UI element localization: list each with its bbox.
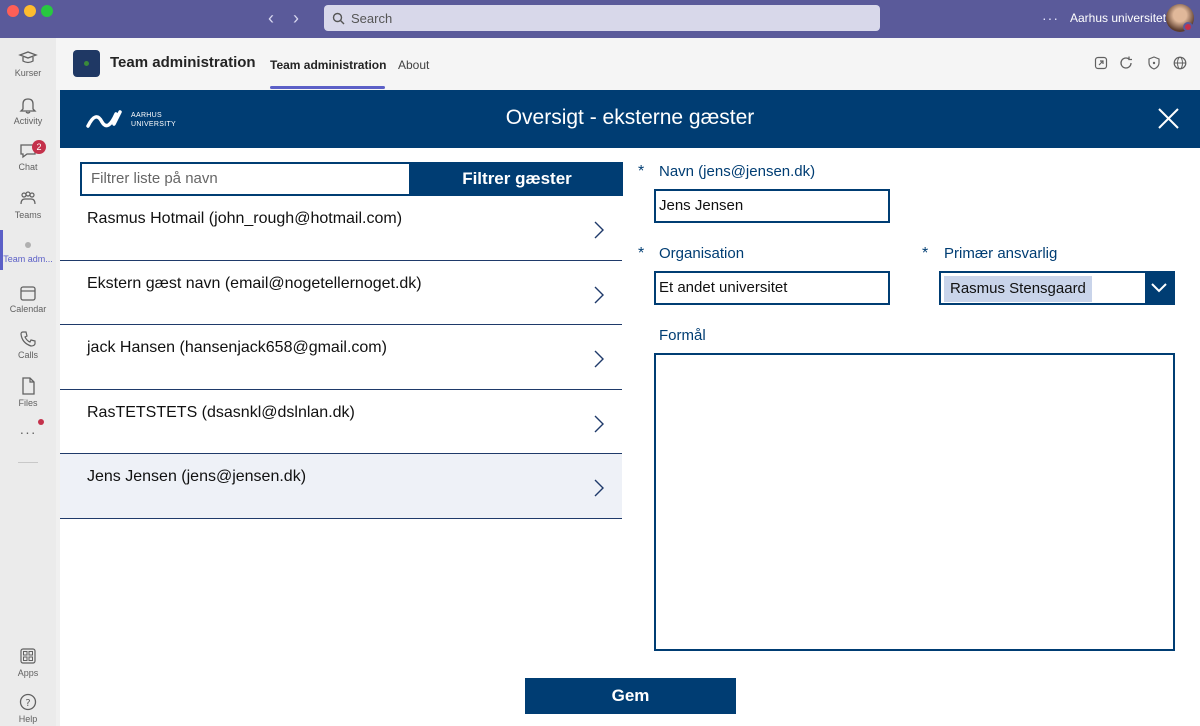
responsible-label: Primær ansvarlig (944, 245, 1058, 262)
close-window-button[interactable] (7, 5, 19, 17)
refresh-icon[interactable] (1119, 56, 1133, 70)
list-item[interactable]: Ekstern gæst navn (email@nogetellernoget… (60, 260, 622, 325)
back-arrow-icon[interactable]: ‹ (268, 8, 274, 29)
list-item[interactable]: jack Hansen (hansenjack658@gmail.com) (60, 325, 622, 390)
presence-status-icon (1183, 22, 1193, 32)
required-marker: * (922, 245, 929, 262)
guest-list: Rasmus Hotmail (john_rough@hotmail.com) … (60, 196, 622, 519)
list-item[interactable]: RasTETSTETS (dsasnkl@dslnlan.dk) (60, 389, 622, 454)
required-marker: * (638, 163, 645, 180)
globe-icon[interactable] (1173, 56, 1187, 70)
cap-icon (18, 51, 38, 64)
required-marker: * (638, 245, 645, 262)
rail-divider (18, 462, 38, 463)
teams-icon (20, 191, 36, 205)
app-title: Team administration (110, 54, 256, 71)
maximize-window-button[interactable] (41, 5, 53, 17)
app-canvas: AARHUS UNIVERSITY Oversigt - eksterne gæ… (60, 90, 1200, 726)
rail-label: Apps (17, 668, 39, 678)
search-icon (332, 12, 345, 24)
notification-dot (38, 419, 44, 425)
guest-name: jack Hansen (hansenjack658@gmail.com) (87, 339, 387, 356)
left-rail: Kurser Activity Chat 2 Teams Team adm...… (0, 38, 56, 726)
forward-arrow-icon[interactable]: › (293, 8, 299, 29)
responsible-selected-value: Rasmus Stensgaard (944, 276, 1092, 302)
shield-icon[interactable] (1147, 56, 1161, 70)
org-name[interactable]: Aarhus universitet (1070, 11, 1166, 25)
chevron-right-icon[interactable] (593, 285, 605, 305)
guest-name: Rasmus Hotmail (john_rough@hotmail.com) (87, 210, 403, 227)
app-dot-icon (25, 242, 31, 248)
file-icon (22, 377, 35, 395)
name-field[interactable]: Jens Jensen (654, 189, 890, 223)
rail-item-team-administration[interactable]: Team adm... (0, 238, 56, 264)
purpose-label: Formål (659, 327, 706, 344)
search-placeholder: Search (351, 10, 393, 26)
phone-icon (20, 331, 36, 347)
responsible-dropdown[interactable]: Rasmus Stensgaard (939, 271, 1175, 305)
close-icon[interactable] (1158, 108, 1179, 129)
calendar-icon (20, 286, 36, 301)
popout-icon[interactable] (1094, 56, 1108, 70)
rail-label: Help (18, 714, 38, 724)
more-options-icon[interactable]: ··· (1042, 10, 1059, 26)
chevron-down-icon (1151, 283, 1167, 293)
rail-item-activity[interactable]: Activity (0, 96, 56, 126)
minimize-window-button[interactable] (24, 5, 36, 17)
svg-text:?: ? (25, 698, 30, 709)
rail-label: Calls (17, 350, 38, 360)
save-button[interactable]: Gem (525, 678, 736, 714)
rail-label: Activity (13, 116, 43, 126)
list-item[interactable]: Rasmus Hotmail (john_rough@hotmail.com) (60, 196, 622, 261)
tab-about[interactable]: About (398, 58, 429, 72)
rail-item-help[interactable]: ? Help (0, 692, 56, 724)
organisation-label: Organisation (659, 245, 745, 262)
rail-item-chat[interactable]: Chat 2 (0, 140, 56, 172)
chevron-right-icon[interactable] (593, 478, 605, 498)
purpose-textarea[interactable] (654, 353, 1175, 651)
rail-label: Chat (18, 162, 38, 172)
filter-name-input[interactable]: Filtrer liste på navn (80, 162, 411, 196)
rail-item-kurser[interactable]: Kurser (0, 50, 56, 78)
help-icon: ? (19, 693, 37, 711)
banner: AARHUS UNIVERSITY Oversigt - eksterne gæ… (60, 90, 1200, 148)
list-item-selected[interactable]: Jens Jensen (jens@jensen.dk) (60, 454, 622, 519)
organisation-field[interactable]: Et andet universitet (654, 271, 890, 305)
name-label: Navn (jens@jensen.dk) (659, 163, 816, 180)
guest-name: Ekstern gæst navn (email@nogetellernoget… (87, 274, 422, 292)
rail-label: Calendar (9, 304, 47, 314)
chevron-right-icon[interactable] (593, 414, 605, 434)
rail-label: Files (18, 398, 38, 408)
rail-item-calls[interactable]: Calls (0, 330, 56, 360)
apps-icon (20, 648, 36, 664)
bell-icon (19, 98, 37, 114)
search-input[interactable]: Search (324, 5, 880, 31)
app-logo-icon (73, 50, 100, 77)
chevron-right-icon[interactable] (593, 220, 605, 240)
window-titlebar: ‹ › Search ··· Aarhus universitet (0, 0, 1200, 38)
rail-label: Teams (14, 210, 42, 220)
dropdown-toggle[interactable] (1145, 273, 1173, 303)
more-apps-icon[interactable]: ··· (0, 424, 56, 440)
rail-label: Team adm... (3, 254, 53, 264)
app-header: Team administration Team administration … (56, 38, 1200, 90)
rail-item-apps[interactable]: Apps (0, 646, 56, 678)
guest-name: Jens Jensen (jens@jensen.dk) (87, 468, 307, 485)
guest-name: RasTETSTETS (dsasnkl@dslnlan.dk) (87, 403, 355, 421)
filter-guests-button[interactable]: Filtrer gæster (411, 162, 623, 196)
page-title: Oversigt - eksterne gæster (505, 106, 755, 129)
chat-badge: 2 (32, 140, 46, 154)
active-tab-indicator (270, 86, 385, 89)
rail-item-files[interactable]: Files (0, 376, 56, 408)
tab-team-administration[interactable]: Team administration (270, 58, 386, 72)
rail-item-teams[interactable]: Teams (0, 190, 56, 220)
rail-label: Kurser (14, 68, 42, 78)
chevron-right-icon[interactable] (593, 349, 605, 369)
rail-item-calendar[interactable]: Calendar (0, 284, 56, 314)
